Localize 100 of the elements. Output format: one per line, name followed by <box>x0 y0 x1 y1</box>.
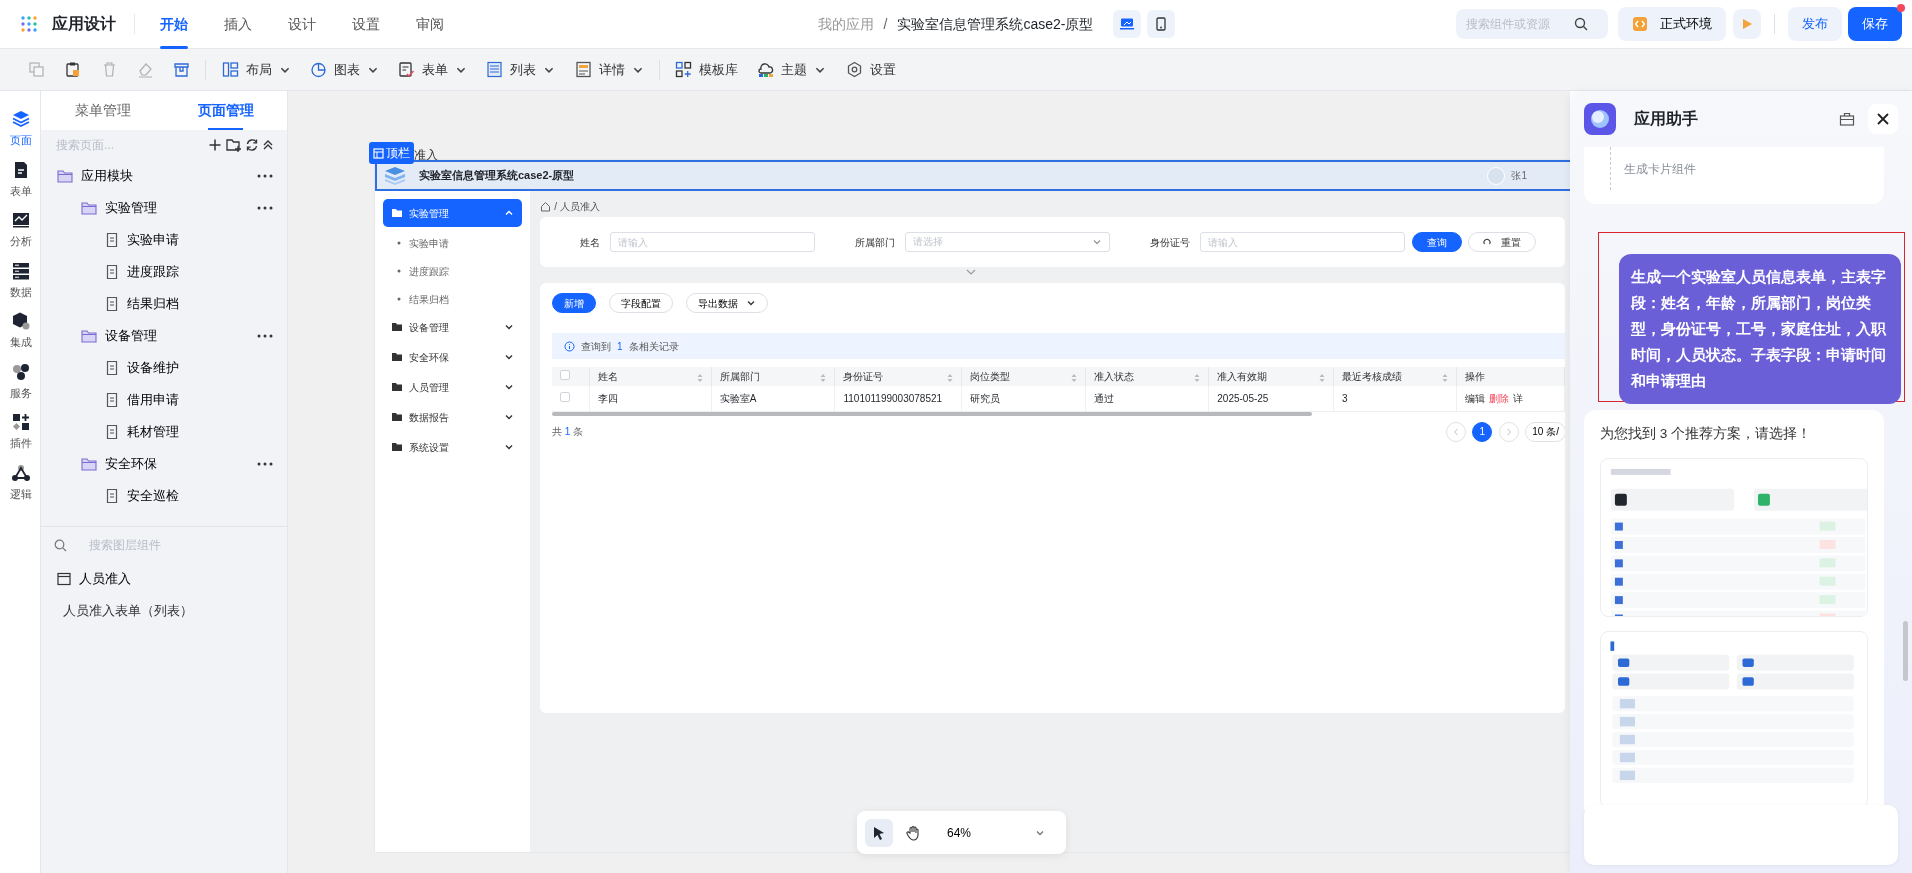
sort-icon[interactable] <box>1194 373 1201 383</box>
submenu-item[interactable]: 结果归档 <box>383 285 522 313</box>
sort-icon[interactable] <box>696 373 703 383</box>
field-label: 身份证号 <box>1149 235 1190 250</box>
query-button[interactable]: 查询 <box>1411 232 1462 252</box>
toolbar-button[interactable]: 模板库 <box>667 53 746 86</box>
briefcase-icon[interactable] <box>1839 111 1855 127</box>
sidebar-item[interactable]: 集成 <box>0 305 41 356</box>
toolbar-button[interactable]: 表单 <box>390 53 475 86</box>
submenu-item[interactable]: 进度跟踪 <box>383 257 522 285</box>
device-button[interactable] <box>1112 10 1141 38</box>
folder-icon <box>391 381 403 393</box>
page-icon <box>105 424 119 440</box>
sidebar-item[interactable]: 分析 <box>0 204 41 255</box>
home-icon[interactable] <box>540 200 551 212</box>
reset-button[interactable]: 重置 <box>1468 232 1536 252</box>
sort-icon[interactable] <box>1319 373 1325 383</box>
tree-item[interactable]: 实验申请 <box>41 224 287 256</box>
table-cell: 3 <box>1342 392 1348 404</box>
toolbar-button[interactable]: 主题 <box>749 53 835 86</box>
sidebar-item[interactable]: 服务 <box>0 355 41 406</box>
menu-tab[interactable]: 设置 <box>333 0 398 49</box>
toolbar-button[interactable]: 图表 <box>301 53 387 86</box>
plugin-icon <box>10 412 31 432</box>
previous-page-button[interactable] <box>1445 421 1466 442</box>
play-button[interactable] <box>1732 9 1761 39</box>
menu-item[interactable]: 系统设置 <box>383 433 522 461</box>
tree-item[interactable]: 设备维护 <box>41 352 287 384</box>
reset-icon <box>1483 238 1491 246</box>
toolbar-button[interactable]: 布局 <box>213 53 299 86</box>
sort-icon[interactable] <box>1070 373 1077 383</box>
tree-item[interactable]: 安全巡检 <box>41 480 287 512</box>
collapse-icon[interactable] <box>262 138 274 152</box>
chevron-down-icon <box>504 352 514 362</box>
database-icon <box>10 260 31 281</box>
scrollbar <box>1903 621 1908 681</box>
panel-tab[interactable]: 菜单管理 <box>41 91 164 130</box>
zoom-select[interactable]: 64% <box>941 818 1051 847</box>
panel-tab[interactable]: 页面管理 <box>164 91 287 130</box>
menu-tab[interactable]: 审阅 <box>397 0 462 49</box>
pointer-tool-button[interactable] <box>865 818 893 847</box>
sidebar-item[interactable]: 表单 <box>0 153 41 204</box>
plus-icon[interactable] <box>208 138 223 152</box>
add-folder-icon[interactable] <box>225 138 242 152</box>
tree-item[interactable]: 设备管理 <box>41 320 163 352</box>
device-button[interactable] <box>1147 10 1176 38</box>
page-size-select[interactable]: 10 条/ <box>1525 421 1565 442</box>
sort-icon[interactable] <box>1441 373 1448 383</box>
sidebar-item[interactable]: 插件 <box>0 406 41 457</box>
save-button[interactable]: 保存 <box>1848 7 1902 41</box>
frame-icon <box>373 147 384 159</box>
menu-item[interactable]: 实验管理 <box>383 199 522 227</box>
table-link[interactable]: 删除 <box>1488 390 1513 406</box>
checkbox[interactable] <box>560 391 570 402</box>
export-button[interactable]: 导出数据 <box>686 293 768 313</box>
tree-item[interactable]: 耗材管理 <box>41 416 287 448</box>
submenu-item[interactable]: 实验申请 <box>383 229 522 257</box>
environment-button[interactable]: 正式环境 <box>1618 7 1726 41</box>
table-link[interactable]: 详 <box>1512 390 1527 406</box>
input-field[interactable] <box>1584 805 1898 865</box>
menu-tab[interactable]: 插入 <box>205 0 270 49</box>
table-link[interactable]: 编辑 <box>1464 390 1489 406</box>
menu-item[interactable]: 数据报告 <box>383 403 522 431</box>
folder-icon <box>391 207 403 219</box>
field-config-button[interactable]: 字段配置 <box>609 293 673 313</box>
toolbar-button[interactable]: 详情 <box>566 53 652 86</box>
cube-icon <box>10 311 31 331</box>
collapse-toggle-icon[interactable] <box>964 267 978 277</box>
folder-icon <box>391 351 403 363</box>
sidebar-item[interactable]: 页面 <box>0 103 41 154</box>
toolbar-button[interactable]: 列表 <box>478 53 564 86</box>
table-cell: 李四 <box>597 392 618 404</box>
sort-icon[interactable] <box>946 373 953 383</box>
close-button[interactable] <box>1868 104 1898 134</box>
next-page-button[interactable] <box>1498 421 1519 442</box>
tree-item[interactable]: 结果归档 <box>41 288 287 320</box>
menu-tab[interactable]: 开始 <box>141 0 206 49</box>
sort-icon[interactable] <box>820 373 827 383</box>
layer-item[interactable]: 人员准入表单（列表） <box>41 595 287 627</box>
menu-item[interactable]: 设备管理 <box>383 313 522 341</box>
page-button[interactable]: 1 <box>1472 421 1493 442</box>
publish-button[interactable]: 发布 <box>1787 7 1842 41</box>
tree-item[interactable]: 安全环保 <box>41 448 163 480</box>
menu-tab[interactable]: 设计 <box>269 0 334 49</box>
field-label: 姓名 <box>579 235 600 250</box>
frame-tag[interactable]: 顶栏 <box>369 142 414 164</box>
checkbox[interactable] <box>560 370 570 380</box>
sidebar-item[interactable]: 数据 <box>0 254 41 305</box>
tree-item[interactable]: 实验管理 <box>41 192 163 224</box>
sidebar-item[interactable]: 逻辑 <box>0 456 41 507</box>
tree-item[interactable]: 应用模块 <box>41 160 139 192</box>
refresh-icon[interactable] <box>244 138 259 152</box>
menu-item[interactable]: 人员管理 <box>383 373 522 401</box>
tree-item[interactable]: 进度跟踪 <box>41 256 287 288</box>
toolbar-button[interactable]: 设置 <box>837 53 904 86</box>
menu-item[interactable]: 安全环保 <box>383 343 522 371</box>
add-button[interactable]: 新增 <box>552 293 596 313</box>
layer-item[interactable]: 人员准入 <box>41 563 287 595</box>
column-header: 姓名 <box>597 371 618 382</box>
tree-item[interactable]: 借用申请 <box>41 384 287 416</box>
